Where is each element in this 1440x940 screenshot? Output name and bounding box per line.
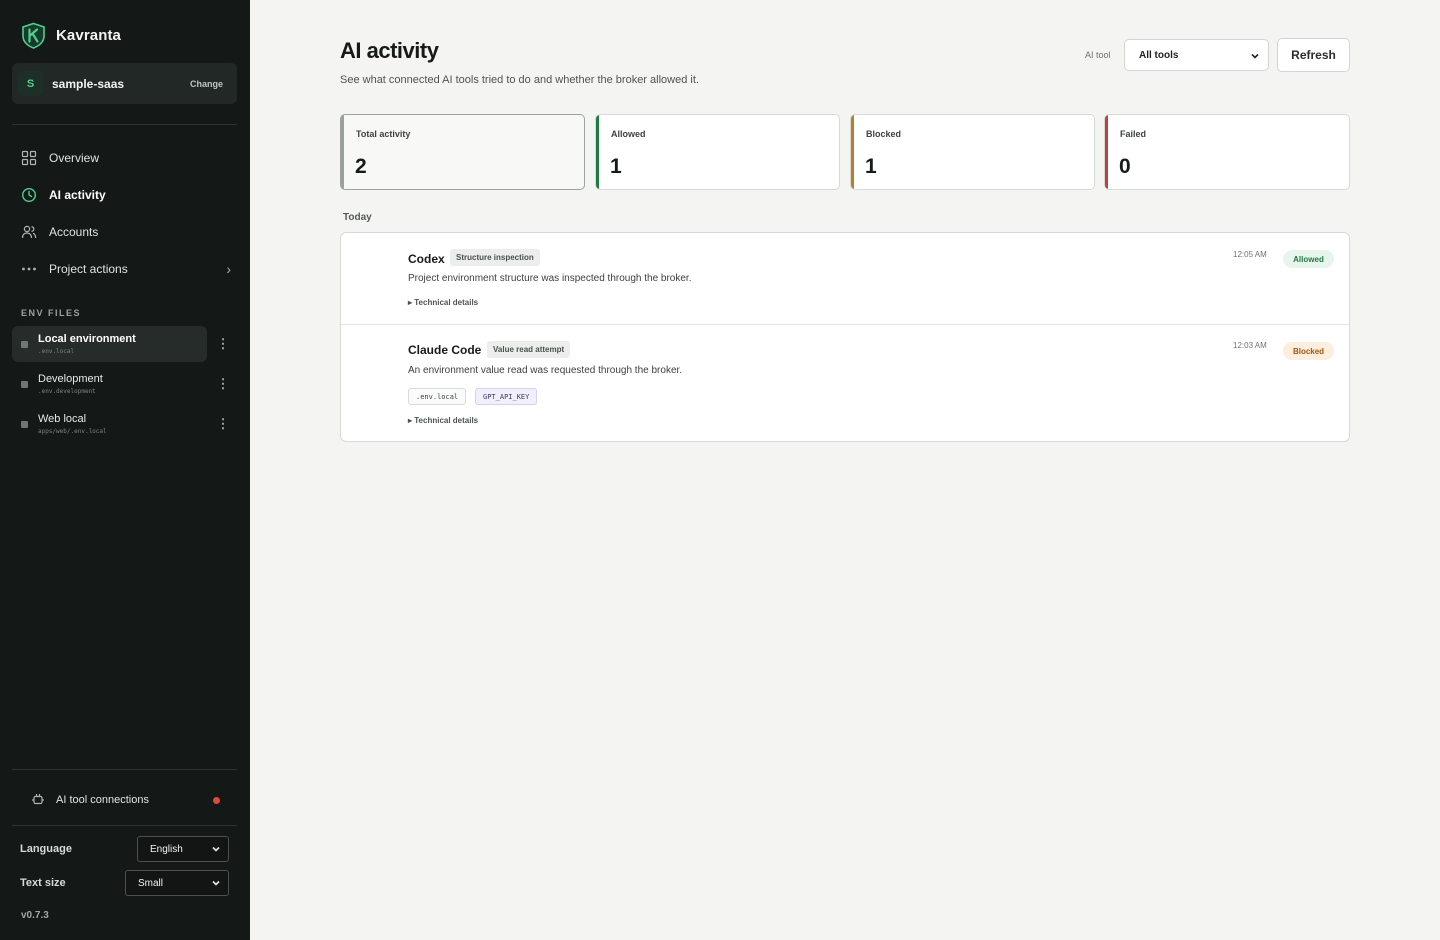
- project-switcher: S sample-saas Change: [12, 63, 237, 104]
- clock-icon: [21, 187, 37, 203]
- kavranta-logo-icon: [22, 22, 45, 49]
- env-name: Development: [38, 373, 103, 385]
- stat-accent: [341, 115, 344, 189]
- stat-card-blocked[interactable]: Blocked 1: [850, 114, 1095, 190]
- plug-icon: [32, 794, 44, 805]
- ai-tool-connections-button[interactable]: AI tool connections: [20, 790, 230, 810]
- chevron-right-icon: ›: [226, 261, 231, 277]
- technical-details-toggle[interactable]: ▸ Technical details: [408, 416, 478, 425]
- connection-status-dot: [213, 796, 220, 804]
- language-select[interactable]: English: [137, 836, 229, 862]
- status-badge: Blocked: [1283, 342, 1334, 360]
- entry-kind-tag: Structure inspection: [450, 249, 540, 266]
- stat-accent: [596, 115, 599, 189]
- nav-overview[interactable]: Overview: [21, 147, 233, 169]
- env-name: Web local: [38, 413, 87, 425]
- kebab-menu-icon[interactable]: ⋮: [216, 416, 230, 432]
- kebab-menu-icon[interactable]: ⋮: [216, 376, 230, 392]
- text-size-label: Text size: [20, 877, 66, 889]
- page-subtitle: See what connected AI tools tried to do …: [340, 74, 699, 86]
- env-key-chip: GPT_API_KEY: [475, 388, 538, 405]
- nav-label: Accounts: [49, 225, 99, 239]
- ai-tool-filter-select[interactable]: All tools: [1124, 39, 1269, 71]
- language-label: Language: [20, 843, 72, 855]
- divider: [12, 825, 237, 826]
- page-title: AI activity: [340, 38, 439, 63]
- entry-time: 12:03 AM: [1233, 341, 1267, 350]
- env-item-development[interactable]: Development .env.development: [12, 366, 207, 402]
- refresh-button[interactable]: Refresh: [1277, 38, 1350, 72]
- nav-project-actions[interactable]: Project actions ›: [21, 258, 233, 280]
- divider: [12, 769, 237, 770]
- brand[interactable]: Kavranta: [21, 22, 121, 49]
- env-filename: .env.development: [38, 388, 96, 395]
- app-version: v0.7.3: [21, 910, 49, 921]
- activity-entry: Codex Structure inspection Project envir…: [341, 233, 1349, 324]
- language-value: English: [150, 843, 183, 855]
- change-project-button[interactable]: Change: [190, 79, 223, 89]
- env-item-local[interactable]: Local environment .env.local: [12, 326, 207, 362]
- env-files-heading: ENV FILES: [21, 308, 82, 318]
- env-filename: .env.local: [38, 348, 75, 355]
- stat-label: Allowed: [611, 129, 646, 139]
- app-name: Kavranta: [56, 27, 121, 44]
- stat-card-allowed[interactable]: Allowed 1: [595, 114, 840, 190]
- env-name: Local environment: [38, 333, 136, 345]
- date-group-label: Today: [343, 212, 372, 223]
- ai-tool-filter-label: AI tool: [1085, 50, 1111, 60]
- nav-label: AI activity: [49, 188, 106, 202]
- env-file-icon: [21, 421, 28, 428]
- text-size-select[interactable]: Small: [125, 870, 229, 896]
- divider: [12, 124, 237, 125]
- stat-card-failed[interactable]: Failed 0: [1104, 114, 1350, 190]
- ai-tool-filter-value: All tools: [1139, 49, 1179, 61]
- stat-value: 1: [610, 155, 622, 178]
- stat-label: Total activity: [356, 129, 411, 139]
- status-badge: Allowed: [1283, 250, 1334, 268]
- project-name: sample-saas: [52, 76, 125, 91]
- users-icon: [21, 225, 37, 239]
- chevron-down-icon: [212, 846, 220, 852]
- nav-ai-activity[interactable]: AI activity: [21, 184, 233, 206]
- sidebar: Kavranta S sample-saas Change Overview A…: [0, 0, 250, 940]
- env-file-icon: [21, 381, 28, 388]
- entry-time: 12:05 AM: [1233, 250, 1267, 259]
- stat-card-total[interactable]: Total activity 2: [340, 114, 585, 190]
- chevron-down-icon: [212, 880, 220, 886]
- project-avatar: S: [18, 71, 43, 96]
- activity-feed: Codex Structure inspection Project envir…: [340, 232, 1350, 442]
- nav-label: Project actions: [49, 262, 128, 276]
- stat-value: 2: [355, 155, 367, 178]
- stat-value: 0: [1119, 155, 1131, 178]
- entry-kind-tag: Value read attempt: [487, 341, 571, 358]
- technical-details-label: Technical details: [414, 416, 479, 425]
- entry-description: An environment value read was requested …: [408, 365, 683, 376]
- nav-accounts[interactable]: Accounts: [21, 221, 233, 243]
- env-item-web-local[interactable]: Web local apps/web/.env.local: [12, 406, 207, 442]
- more-horizontal-icon: [22, 267, 36, 271]
- chevron-down-icon: [1251, 53, 1259, 59]
- entry-description: Project environment structure was inspec…: [408, 273, 692, 284]
- kebab-menu-icon[interactable]: ⋮: [216, 336, 230, 352]
- connections-label: AI tool connections: [56, 794, 149, 806]
- technical-details-toggle[interactable]: ▸ Technical details: [408, 298, 478, 307]
- nav-label: Overview: [49, 151, 100, 165]
- stat-label: Blocked: [866, 129, 902, 139]
- env-file-icon: [21, 341, 28, 348]
- stat-accent: [1105, 115, 1108, 189]
- stat-label: Failed: [1120, 129, 1147, 139]
- text-size-value: Small: [138, 877, 164, 889]
- entry-tool-name: Codex: [408, 252, 445, 266]
- stat-accent: [851, 115, 854, 189]
- activity-entry: Claude Code Value read attempt An enviro…: [341, 324, 1349, 441]
- grid-icon: [21, 150, 37, 166]
- env-file-chip: .env.local: [408, 388, 467, 405]
- stat-value: 1: [865, 155, 877, 178]
- env-filename: apps/web/.env.local: [38, 428, 107, 435]
- technical-details-label: Technical details: [414, 298, 479, 307]
- entry-tool-name: Claude Code: [408, 343, 482, 357]
